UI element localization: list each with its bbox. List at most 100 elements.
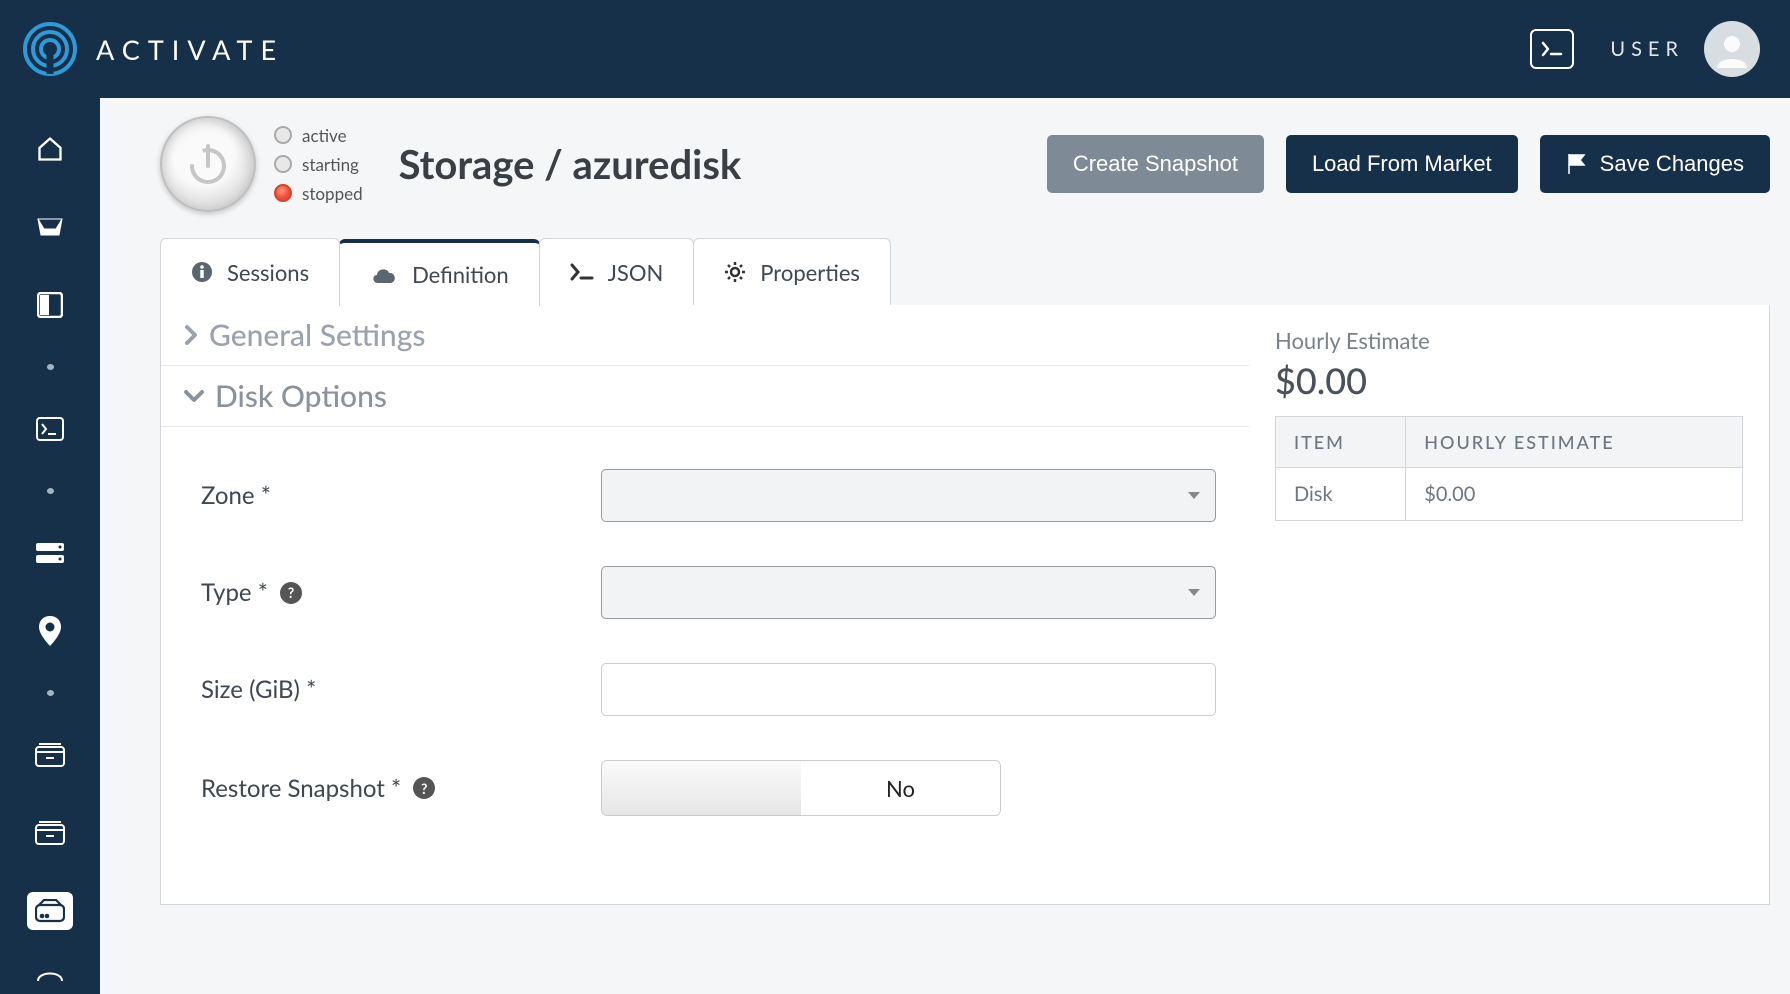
brand: ACTIVATE [22, 21, 284, 77]
caret-down-icon [1187, 491, 1201, 501]
status-dot-stopped [274, 184, 292, 202]
help-icon[interactable]: ? [413, 777, 435, 799]
inbox-icon [36, 215, 64, 239]
chevron-down-icon [183, 388, 205, 404]
field-size: Size (GiB) * [201, 641, 1239, 738]
size-input[interactable] [601, 663, 1216, 716]
tab-label: Properties [760, 259, 860, 286]
estimate-row-hourly: $0.00 [1406, 468, 1743, 521]
caret-down-icon [1187, 588, 1201, 598]
sidebar-item-next[interactable] [27, 956, 73, 994]
status-label: active [302, 125, 347, 146]
table-row: Disk $0.00 [1276, 468, 1743, 521]
sidebar [0, 98, 100, 994]
sidebar-item-disk[interactable] [27, 892, 73, 930]
server-icon [35, 542, 65, 564]
sidebar-separator [47, 690, 54, 696]
status-legend: active starting stopped [274, 125, 363, 204]
tab-label: Sessions [227, 259, 309, 286]
label-text: Restore Snapshot * [201, 774, 401, 803]
status-label: stopped [302, 183, 363, 204]
terminal-icon [1541, 41, 1563, 57]
type-select[interactable] [601, 566, 1216, 619]
brand-text: ACTIVATE [96, 33, 284, 66]
tab-definition[interactable]: Definition [339, 239, 540, 306]
status-dot-active [274, 126, 292, 144]
button-label: Create Snapshot [1073, 151, 1238, 177]
section-general-settings[interactable]: General Settings [161, 305, 1249, 366]
power-button[interactable] [160, 116, 256, 212]
sidebar-item-console[interactable] [27, 410, 73, 448]
archive-icon [35, 821, 65, 845]
estimate-col-item: ITEM [1276, 417, 1406, 468]
location-icon [38, 615, 62, 647]
flag-icon [1566, 153, 1588, 175]
toggle-left [602, 761, 801, 815]
status-starting: starting [274, 154, 363, 175]
prompt-icon [570, 263, 594, 281]
restore-snapshot-toggle[interactable]: No [601, 760, 1001, 816]
create-snapshot-button[interactable]: Create Snapshot [1047, 135, 1264, 193]
help-icon[interactable]: ? [280, 582, 302, 604]
estimate-value: $0.00 [1275, 358, 1743, 402]
load-from-market-button[interactable]: Load From Market [1286, 135, 1518, 193]
tabs: Sessions Definition JSON Properties [160, 238, 1770, 305]
button-label: Load From Market [1312, 151, 1492, 177]
estimate-table: ITEM HOURLY ESTIMATE Disk $0.00 [1275, 416, 1743, 521]
topbar: ACTIVATE USER [0, 0, 1790, 98]
tab-label: JSON [608, 259, 664, 286]
field-restore-snapshot: Restore Snapshot * ? No [201, 738, 1239, 838]
disk-options-form: Zone * Type * ? [161, 427, 1249, 838]
tab-label: Definition [412, 261, 509, 288]
sidebar-item-home[interactable] [27, 130, 73, 168]
panel-icon [37, 292, 63, 318]
tab-properties[interactable]: Properties [693, 238, 891, 305]
field-zone: Zone * [201, 447, 1239, 544]
home-icon [36, 135, 64, 163]
section-title: Disk Options [215, 378, 387, 414]
sidebar-item-server[interactable] [27, 534, 73, 572]
status-label: starting [302, 154, 359, 175]
estimate-row-item: Disk [1276, 468, 1406, 521]
main-content: active starting stopped Storage / azured… [100, 98, 1790, 994]
label-text: Zone * [201, 481, 271, 510]
estimate-col-hourly: HOURLY ESTIMATE [1406, 417, 1743, 468]
sidebar-item-panel[interactable] [27, 286, 73, 324]
estimate-title: Hourly Estimate [1275, 327, 1743, 354]
tab-json[interactable]: JSON [539, 238, 695, 305]
label-text: Type * [201, 578, 268, 607]
archive-icon [35, 743, 65, 767]
terminal-button[interactable] [1530, 29, 1574, 69]
console-icon [36, 417, 64, 441]
toggle-label: No [886, 775, 915, 802]
section-disk-options[interactable]: Disk Options [161, 366, 1249, 427]
sidebar-item-archive-2[interactable] [27, 814, 73, 852]
page-title: Storage / azuredisk [399, 140, 742, 188]
brand-logo-icon [22, 21, 78, 77]
user-label: USER [1610, 37, 1684, 61]
user-icon [1713, 30, 1751, 68]
tab-sessions[interactable]: Sessions [160, 238, 340, 305]
gear-icon [724, 261, 746, 283]
sidebar-separator [47, 364, 54, 370]
chevron-right-icon [183, 324, 199, 346]
field-type: Type * ? [201, 544, 1239, 641]
panel-left: General Settings Disk Options Zone * [161, 305, 1249, 904]
page-header: active starting stopped Storage / azured… [160, 116, 1770, 212]
avatar[interactable] [1704, 21, 1760, 77]
status-dot-starting [274, 155, 292, 173]
status-active: active [274, 125, 363, 146]
cloud-icon [370, 265, 398, 285]
disk-icon [35, 899, 65, 923]
zone-select[interactable] [601, 469, 1216, 522]
sidebar-item-location[interactable] [27, 612, 73, 650]
sidebar-item-archive-1[interactable] [27, 736, 73, 774]
section-title: General Settings [209, 317, 425, 353]
label-text: Size (GiB) * [201, 675, 316, 704]
info-icon [191, 261, 213, 283]
panel: General Settings Disk Options Zone * [160, 305, 1770, 905]
button-label: Save Changes [1600, 151, 1744, 177]
status-stopped: stopped [274, 183, 363, 204]
sidebar-item-inbox[interactable] [27, 208, 73, 246]
save-changes-button[interactable]: Save Changes [1540, 135, 1770, 193]
